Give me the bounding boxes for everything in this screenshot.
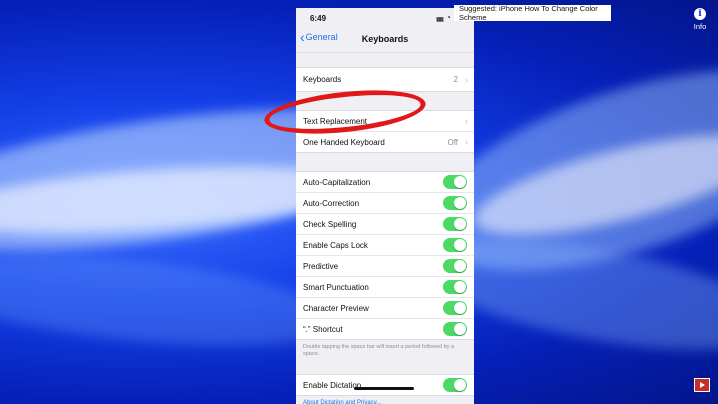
toggle-label: Check Spelling — [303, 219, 357, 229]
navigation-bar: ‹ General Keyboards — [296, 28, 474, 53]
auto-correction-switch[interactable] — [443, 196, 467, 210]
status-time: 6:49 — [310, 14, 327, 23]
toggle-label: “.” Shortcut — [303, 324, 343, 334]
one-handed-keyboard-row[interactable]: One Handed Keyboard Off › — [296, 132, 474, 152]
chevron-right-icon: › — [465, 74, 468, 85]
signal-icon: ▮▮▮ — [436, 17, 444, 23]
toggle-row-smart-punctuation: Smart Punctuation — [296, 277, 474, 298]
info-button[interactable]: i Info — [688, 8, 712, 31]
toggle-label: Auto-Correction — [303, 198, 360, 208]
predictive-switch[interactable] — [443, 259, 467, 273]
keyboards-count: 2 — [453, 75, 458, 84]
chevron-right-icon: › — [465, 137, 468, 147]
chevron-right-icon: › — [465, 116, 468, 126]
keyboards-row[interactable]: Keyboards 2 › — [296, 68, 474, 91]
status-bar: 6:49 ▮▮▮ ◔ — [296, 8, 474, 28]
auto-capitalization-switch[interactable] — [443, 175, 467, 189]
info-icon: i — [694, 8, 706, 20]
toggle-label: Smart Punctuation — [303, 282, 369, 292]
one-handed-value: Off — [447, 137, 458, 147]
page-title: Keyboards — [361, 34, 409, 44]
keyboards-label: Keyboards — [303, 75, 342, 84]
dictation-switch[interactable] — [443, 378, 467, 392]
character-preview-switch[interactable] — [443, 301, 467, 315]
toggle-label: Enable Caps Lock — [303, 240, 368, 250]
caps-lock-switch[interactable] — [443, 238, 467, 252]
dictation-group: Enable Dictation — [296, 374, 474, 396]
youtube-logo-icon[interactable] — [694, 378, 710, 392]
toggle-row-dictation: Enable Dictation — [296, 375, 474, 395]
toggle-row-predictive: Predictive — [296, 256, 474, 277]
shortcut-footnote: Double tapping the space bar will insert… — [303, 344, 455, 357]
keyboards-group: Keyboards 2 › — [296, 67, 474, 92]
wifi-icon: ◔ — [446, 13, 451, 22]
toggle-row-character-preview: Character Preview — [296, 298, 474, 319]
smart-punctuation-switch[interactable] — [443, 280, 467, 294]
toggle-label: Enable Dictation — [303, 380, 362, 390]
period-shortcut-switch[interactable] — [443, 322, 467, 336]
toggle-label: Character Preview — [303, 303, 369, 313]
iphone-screen: 6:49 ▮▮▮ ◔ ‹ General Keyboards Keyboards… — [296, 8, 474, 404]
one-handed-label: One Handed Keyboard — [303, 137, 385, 147]
home-indicator — [354, 387, 414, 390]
toggle-row-auto-capitalization: Auto-Capitalization — [296, 172, 474, 193]
toggle-row-caps-lock: Enable Caps Lock — [296, 235, 474, 256]
toggle-label: Predictive — [303, 261, 339, 271]
toggle-row-period-shortcut: “.” Shortcut — [296, 319, 474, 339]
check-spelling-switch[interactable] — [443, 217, 467, 231]
toggles-group: Auto-Capitalization Auto-Correction Chec… — [296, 171, 474, 340]
toggle-row-auto-correction: Auto-Correction — [296, 193, 474, 214]
suggested-video-card[interactable]: Suggested: iPhone How To Change Color Sc… — [454, 4, 611, 22]
info-label: Info — [693, 22, 707, 31]
toggle-row-check-spelling: Check Spelling — [296, 214, 474, 235]
dictation-privacy-link[interactable]: About Dictation and Privacy... — [296, 396, 474, 404]
toggle-label: Auto-Capitalization — [303, 177, 371, 187]
